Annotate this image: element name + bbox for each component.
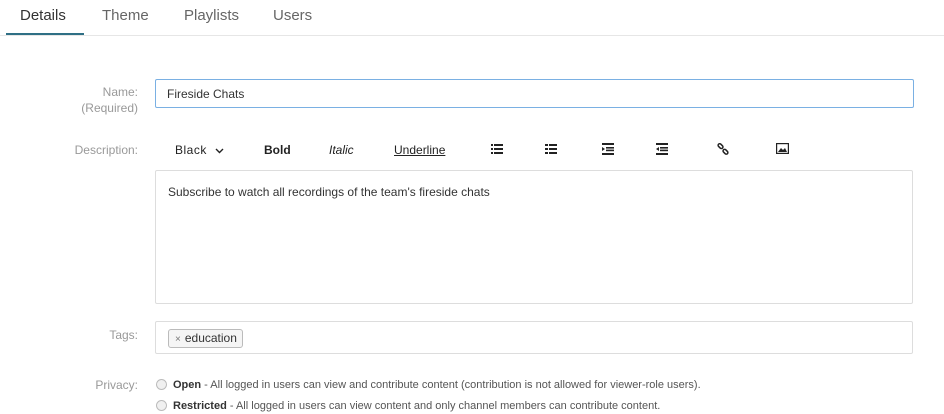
tags-input[interactable]: × education (155, 321, 913, 354)
outdent-icon[interactable] (656, 143, 670, 157)
link-icon[interactable] (717, 143, 731, 157)
image-icon[interactable] (776, 143, 790, 157)
name-label: Name: (Required) (81, 85, 138, 115)
privacy-open-radio[interactable] (156, 379, 167, 390)
active-tab-indicator (6, 33, 84, 35)
underline-button[interactable]: Underline (394, 142, 445, 158)
description-editor[interactable]: Subscribe to watch all recordings of the… (155, 170, 913, 304)
bold-button[interactable]: Bold (264, 142, 291, 158)
privacy-restricted-radio[interactable] (156, 400, 167, 411)
bulleted-list-icon[interactable] (491, 143, 505, 157)
privacy-option-open[interactable]: Open - All logged in users can view and … (156, 378, 701, 392)
name-input[interactable] (155, 79, 914, 108)
description-label: Description: (74, 143, 138, 157)
tab-bar: Details Theme Playlists Users (0, 0, 944, 36)
italic-button[interactable]: Italic (329, 142, 354, 158)
indent-icon[interactable] (602, 143, 616, 157)
privacy-label: Privacy: (95, 378, 138, 392)
tab-theme[interactable]: Theme (102, 7, 149, 24)
chevron-down-icon (215, 144, 224, 160)
privacy-option-restricted[interactable]: Restricted - All logged in users can vie… (156, 399, 660, 413)
numbered-list-icon[interactable] (545, 143, 559, 157)
tag-chip: × education (168, 329, 243, 348)
tab-details[interactable]: Details (20, 7, 66, 24)
font-color-dropdown[interactable]: Black (175, 142, 224, 158)
tags-label: Tags: (109, 328, 138, 342)
remove-tag-icon[interactable]: × (175, 334, 181, 345)
tab-users[interactable]: Users (273, 7, 312, 24)
tab-playlists[interactable]: Playlists (184, 7, 239, 24)
